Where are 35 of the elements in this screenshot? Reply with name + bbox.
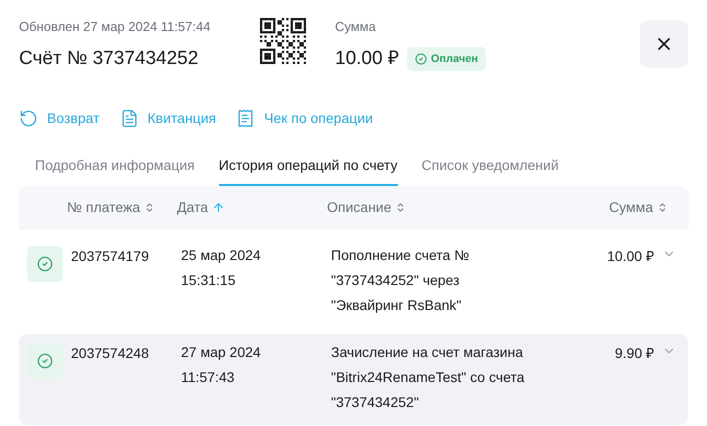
success-icon <box>27 246 63 282</box>
receipt-icon <box>236 109 256 128</box>
payment-time: 15:31:15 <box>181 271 236 290</box>
invoice-title: Счёт № 3737434252 <box>19 46 200 70</box>
tab[interactable]: Подробная информация <box>35 155 195 186</box>
sort-ascending-icon <box>212 200 226 214</box>
payment-amount: 9.90 ₽ <box>614 344 654 362</box>
table-row[interactable]: 2037574248 27 мар 2024 11:57:43 Зачисление на счет магазина "Bitrix24RenameTest" со счета "3737434252" 9.90 ₽ <box>19 334 688 425</box>
payment-description: Пополнение счета № "3737434252" через "Эквайринг RsBank" <box>331 246 470 315</box>
updated-timestamp: Обновлен 27 мар 2024 11:57:44 <box>19 18 212 36</box>
document-icon <box>120 109 138 128</box>
success-icon <box>27 343 63 379</box>
action-link[interactable]: Квитанция <box>120 108 216 129</box>
column-header[interactable]: Описание <box>327 196 527 218</box>
amount-value: 10.00 ₽ <box>335 46 399 70</box>
payment-date: 27 мар 2024 <box>181 343 262 362</box>
payment-number: 2037574179 <box>71 247 150 265</box>
amount-label: Сумма <box>335 18 377 36</box>
undo-icon <box>19 109 38 128</box>
qr-code-icon <box>260 18 306 64</box>
status-badge: Оплачен <box>406 46 486 71</box>
column-header[interactable]: № платежа <box>67 196 177 218</box>
check-circle-icon <box>414 52 427 65</box>
column-header[interactable]: Дата <box>177 196 327 218</box>
payment-date: 25 мар 2024 <box>181 246 262 265</box>
payment-number: 2037574248 <box>71 344 150 362</box>
action-link[interactable]: Возврат <box>19 108 100 129</box>
column-header[interactable]: Сумма <box>609 196 668 218</box>
close-button[interactable] <box>640 20 688 68</box>
sort-icon <box>657 202 668 212</box>
action-link[interactable]: Чек по операции <box>236 108 373 129</box>
tab[interactable]: Список уведомлений <box>422 155 559 186</box>
payment-description: Зачисление на счет магазина "Bitrix24RenameTest" со счета "3737434252" <box>331 343 526 412</box>
payment-amount: 10.00 ₽ <box>607 247 654 265</box>
payment-time: 11:57:43 <box>181 368 236 387</box>
